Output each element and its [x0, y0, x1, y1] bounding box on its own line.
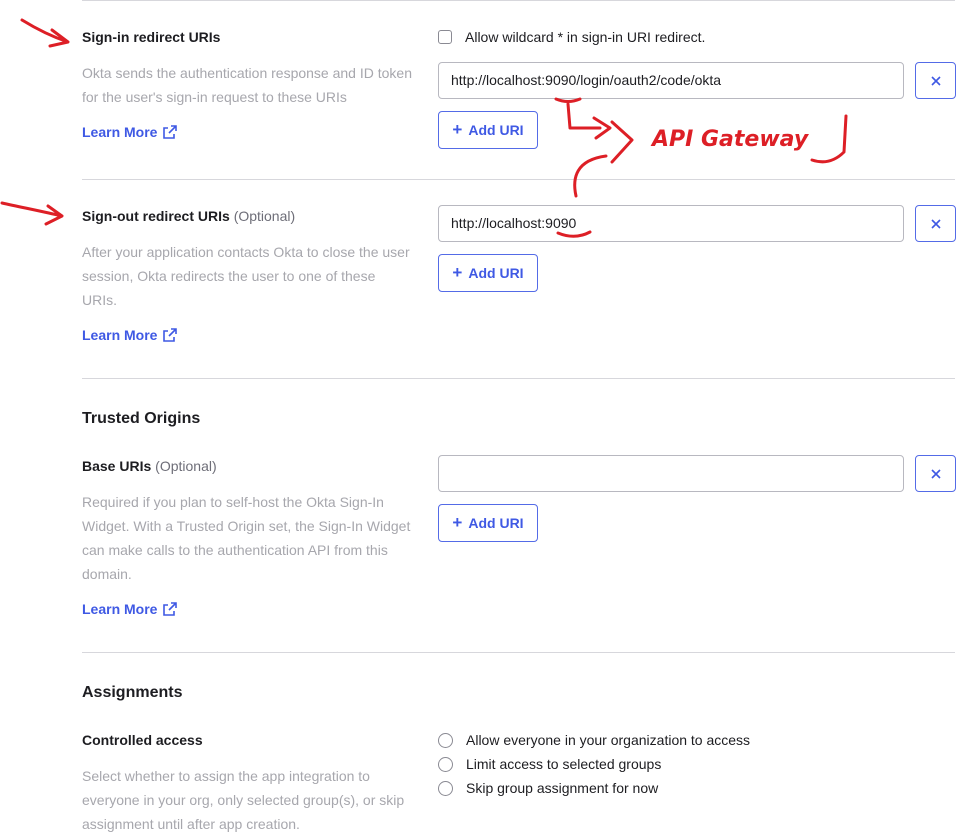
wildcard-checkbox[interactable] [438, 30, 452, 44]
radio-button[interactable] [438, 756, 453, 772]
annotation-squiggle [810, 114, 848, 164]
signin-learn-more-link[interactable]: Learn More [82, 124, 178, 140]
radio-limit-groups[interactable]: Limit access to selected groups [438, 756, 661, 772]
trusted-origins-help-text: Required if you plan to self-host the Ok… [82, 494, 411, 582]
annotation-arrow-signout [0, 201, 64, 226]
signout-redirect-label-text: Sign-out redirect URIs [82, 208, 230, 224]
base-uri-input[interactable] [438, 455, 904, 492]
external-link-icon [163, 602, 178, 616]
radio-label: Skip group assignment for now [466, 780, 659, 796]
radio-button[interactable] [438, 732, 453, 748]
signout-redirect-label: Sign-out redirect URIs (Optional) [82, 208, 295, 224]
optional-tag: (Optional) [155, 458, 217, 474]
close-icon [930, 75, 941, 86]
annotation-api-gateway-text: API Gateway [650, 127, 810, 152]
remove-signin-uri-button[interactable] [915, 62, 956, 99]
signin-redirect-label: Sign-in redirect URIs [82, 29, 220, 45]
plus-icon: + [452, 513, 463, 532]
learn-more-label: Learn More [82, 124, 158, 140]
signout-add-uri-button[interactable]: + Add URI [438, 254, 538, 292]
wildcard-checkbox-label: Allow wildcard * in sign-in URI redirect… [465, 29, 706, 45]
signout-help-text: After your application contacts Okta to … [82, 244, 410, 308]
signout-uri-input[interactable]: http://localhost:9090 [438, 205, 904, 242]
section-divider [82, 652, 955, 653]
base-add-uri-button[interactable]: + Add URI [438, 504, 538, 542]
signin-uri-input[interactable]: http://localhost:9090/login/oauth2/code/… [438, 62, 904, 99]
radio-label: Allow everyone in your organization to a… [466, 732, 751, 748]
section-divider [82, 378, 955, 379]
section-divider [82, 0, 955, 1]
annotation-bracket [592, 116, 634, 164]
base-uris-label-text: Base URIs [82, 458, 152, 474]
plus-icon: + [452, 120, 463, 139]
remove-base-uri-button[interactable] [915, 455, 956, 492]
controlled-access-label: Controlled access [82, 732, 203, 748]
annotation-arrow-signin [20, 18, 70, 48]
external-link-icon [163, 125, 178, 139]
signout-learn-more-link[interactable]: Learn More [82, 327, 178, 343]
add-uri-label: Add URI [468, 122, 524, 138]
add-uri-label: Add URI [468, 265, 524, 281]
annotation-connector [566, 102, 602, 130]
add-uri-label: Add URI [468, 515, 524, 531]
radio-button[interactable] [438, 780, 453, 796]
radio-skip-assignment[interactable]: Skip group assignment for now [438, 780, 658, 796]
plus-icon: + [452, 263, 463, 282]
wildcard-checkbox-row[interactable]: Allow wildcard * in sign-in URI redirect… [438, 29, 705, 45]
assignments-heading: Assignments [82, 684, 183, 701]
section-divider [82, 179, 955, 180]
signin-add-uri-button[interactable]: + Add URI [438, 111, 538, 149]
remove-signout-uri-button[interactable] [915, 205, 956, 242]
annotation-curve-signout [573, 154, 608, 198]
radio-label: Limit access to selected groups [466, 756, 662, 772]
base-uris-label: Base URIs (Optional) [82, 458, 217, 474]
assignments-help-text: Select whether to assign the app integra… [82, 768, 405, 832]
trusted-origins-heading: Trusted Origins [82, 410, 201, 427]
trusted-origins-learn-more-link[interactable]: Learn More [82, 601, 178, 617]
signin-help-text: Okta sends the authentication response a… [82, 65, 412, 105]
optional-tag: (Optional) [233, 208, 296, 224]
external-link-icon [163, 328, 178, 342]
signin-redirect-label-text: Sign-in redirect URIs [82, 29, 221, 45]
radio-allow-everyone[interactable]: Allow everyone in your organization to a… [438, 732, 750, 748]
learn-more-label: Learn More [82, 601, 158, 617]
close-icon [930, 218, 941, 229]
learn-more-label: Learn More [82, 327, 158, 343]
close-icon [930, 468, 941, 479]
annotation-underline-signin-port [554, 97, 582, 103]
